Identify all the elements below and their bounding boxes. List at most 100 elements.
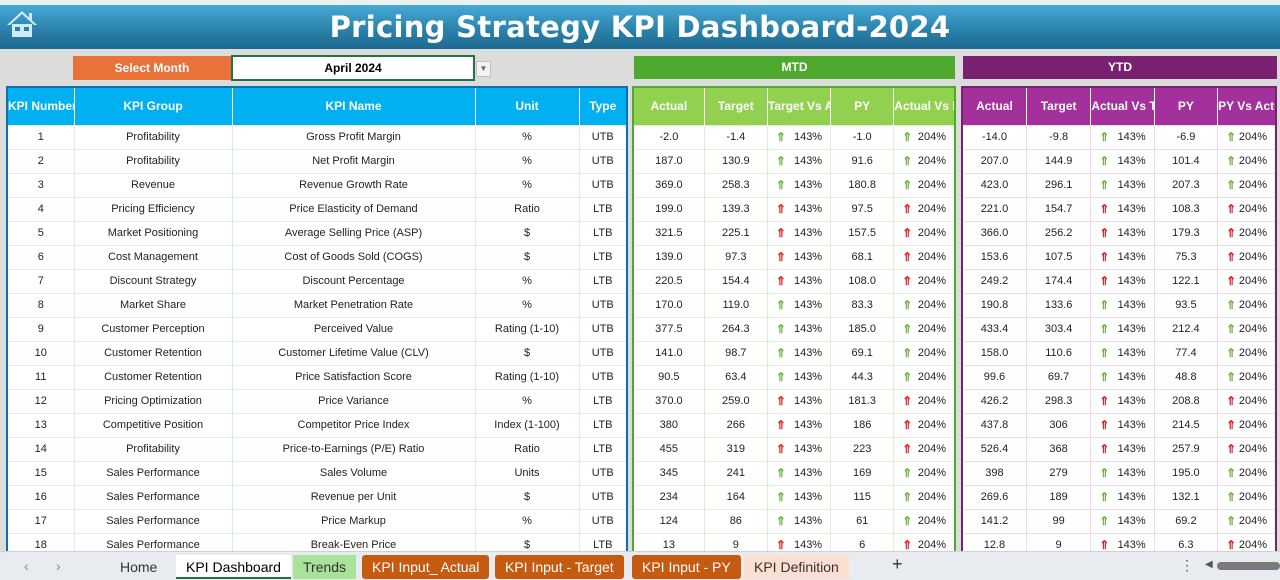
next-sheet-icon[interactable]: ›	[56, 558, 61, 574]
mtd-cell[interactable]: ⇑ 143%	[766, 460, 832, 486]
mtd-cell[interactable]: ⇑ 204%	[893, 364, 956, 390]
kpi-number-cell[interactable]: 3	[6, 172, 75, 198]
ytd-cell[interactable]: 141.2	[961, 508, 1027, 534]
mtd-cell[interactable]: ⇑ 204%	[893, 268, 956, 294]
kpi-number-cell[interactable]: 10	[6, 340, 75, 366]
kpi-type-cell[interactable]: UTB	[578, 364, 628, 390]
ytd-cell[interactable]: ⇑ 204%	[1217, 292, 1277, 318]
ytd-cell[interactable]: ⇑ 143%	[1090, 220, 1155, 246]
mtd-cell[interactable]: 266	[703, 412, 768, 438]
kpi-number-cell[interactable]: 11	[6, 364, 75, 390]
scroll-left-icon[interactable]: ◀	[1205, 559, 1213, 570]
mtd-cell[interactable]: ⇑ 204%	[893, 292, 956, 318]
kpi-name-cell[interactable]: Market Penetration Rate	[231, 292, 476, 318]
ytd-cell[interactable]: ⇑ 204%	[1217, 484, 1277, 510]
sheet-tab-trends[interactable]: Trends	[293, 555, 357, 579]
mtd-cell[interactable]: ⇑ 204%	[893, 436, 956, 462]
mtd-cell[interactable]: ⇑ 204%	[893, 172, 956, 198]
kpi-group-cell[interactable]: Sales Performance	[73, 508, 233, 534]
kpi-number-cell[interactable]: 6	[6, 244, 75, 270]
mtd-cell[interactable]: 345	[632, 460, 705, 486]
mtd-cell[interactable]: 234	[632, 484, 705, 510]
ytd-cell[interactable]: 298.3	[1025, 388, 1092, 414]
kpi-group-cell[interactable]: Customer Perception	[73, 316, 233, 342]
mtd-cell[interactable]: ⇑ 143%	[766, 172, 832, 198]
mtd-cell[interactable]: ⇑ 143%	[766, 388, 832, 414]
mtd-cell[interactable]: 225.1	[703, 220, 768, 246]
kpi-number-cell[interactable]: 4	[6, 196, 75, 222]
ytd-cell[interactable]: 101.4	[1153, 148, 1219, 174]
chevron-down-icon[interactable]: ▼	[476, 61, 491, 77]
kpi-number-cell[interactable]: 7	[6, 268, 75, 294]
ytd-cell[interactable]: ⇑ 204%	[1217, 124, 1277, 150]
ytd-cell[interactable]: 99.6	[961, 364, 1027, 390]
ytd-cell[interactable]: 398	[961, 460, 1027, 486]
mtd-cell[interactable]: 264.3	[703, 316, 768, 342]
kpi-number-cell[interactable]: 5	[6, 220, 75, 246]
ytd-cell[interactable]: 269.6	[961, 484, 1027, 510]
mtd-cell[interactable]: ⇑ 204%	[893, 412, 956, 438]
ytd-cell[interactable]: -6.9	[1153, 124, 1219, 150]
mtd-cell[interactable]: -1.0	[830, 124, 895, 150]
kpi-group-cell[interactable]: Market Positioning	[73, 220, 233, 246]
ytd-cell[interactable]: 221.0	[961, 196, 1027, 222]
ytd-cell[interactable]: 207.3	[1153, 172, 1219, 198]
kpi-group-cell[interactable]: Profitability	[73, 148, 233, 174]
ytd-cell[interactable]: 195.0	[1153, 460, 1219, 486]
kpi-unit-cell[interactable]: $	[474, 484, 580, 510]
ytd-cell[interactable]: ⇑ 143%	[1090, 508, 1155, 534]
mtd-cell[interactable]: ⇑ 204%	[893, 124, 956, 150]
ytd-cell[interactable]: ⇑ 204%	[1217, 364, 1277, 390]
ytd-cell[interactable]: 174.4	[1025, 268, 1092, 294]
kpi-name-cell[interactable]: Cost of Goods Sold (COGS)	[231, 244, 476, 270]
kpi-unit-cell[interactable]: %	[474, 268, 580, 294]
kpi-type-cell[interactable]: UTB	[578, 124, 628, 150]
kpi-type-cell[interactable]: LTB	[578, 268, 628, 294]
kpi-number-cell[interactable]: 1	[6, 124, 75, 150]
mtd-cell[interactable]: 44.3	[830, 364, 895, 390]
ytd-cell[interactable]: 108.3	[1153, 196, 1219, 222]
mtd-cell[interactable]: ⇑ 143%	[766, 292, 832, 318]
mtd-cell[interactable]: 241	[703, 460, 768, 486]
kpi-unit-cell[interactable]: Rating (1-10)	[474, 316, 580, 342]
ytd-cell[interactable]: ⇑ 143%	[1090, 268, 1155, 294]
mtd-cell[interactable]: 97.3	[703, 244, 768, 270]
ytd-cell[interactable]: ⇑ 204%	[1217, 148, 1277, 174]
ytd-cell[interactable]: ⇑ 143%	[1090, 196, 1155, 222]
mtd-cell[interactable]: ⇑ 204%	[893, 196, 956, 222]
ytd-cell[interactable]: ⇑ 143%	[1090, 340, 1155, 366]
mtd-cell[interactable]: 61	[830, 508, 895, 534]
kpi-type-cell[interactable]: LTB	[578, 220, 628, 246]
mtd-cell[interactable]: 141.0	[632, 340, 705, 366]
mtd-cell[interactable]: 180.8	[830, 172, 895, 198]
ytd-cell[interactable]: 426.2	[961, 388, 1027, 414]
kpi-name-cell[interactable]: Competitor Price Index	[231, 412, 476, 438]
more-options-icon[interactable]: ⋮	[1180, 557, 1194, 574]
kpi-group-cell[interactable]: Customer Retention	[73, 364, 233, 390]
ytd-cell[interactable]: -14.0	[961, 124, 1027, 150]
ytd-cell[interactable]: 279	[1025, 460, 1092, 486]
kpi-type-cell[interactable]: UTB	[578, 292, 628, 318]
mtd-cell[interactable]: 157.5	[830, 220, 895, 246]
kpi-type-cell[interactable]: UTB	[578, 172, 628, 198]
mtd-cell[interactable]: 164	[703, 484, 768, 510]
ytd-cell[interactable]: 189	[1025, 484, 1092, 510]
kpi-name-cell[interactable]: Revenue per Unit	[231, 484, 476, 510]
kpi-number-cell[interactable]: 15	[6, 460, 75, 486]
ytd-cell[interactable]: 77.4	[1153, 340, 1219, 366]
mtd-cell[interactable]: ⇑ 143%	[766, 484, 832, 510]
ytd-cell[interactable]: ⇑ 204%	[1217, 196, 1277, 222]
kpi-type-cell[interactable]: LTB	[578, 388, 628, 414]
kpi-number-cell[interactable]: 17	[6, 508, 75, 534]
mtd-cell[interactable]: 369.0	[632, 172, 705, 198]
ytd-cell[interactable]: 158.0	[961, 340, 1027, 366]
kpi-unit-cell[interactable]: Index (1-100)	[474, 412, 580, 438]
mtd-cell[interactable]: 187.0	[632, 148, 705, 174]
ytd-cell[interactable]: 366.0	[961, 220, 1027, 246]
kpi-name-cell[interactable]: Average Selling Price (ASP)	[231, 220, 476, 246]
mtd-cell[interactable]: 63.4	[703, 364, 768, 390]
mtd-cell[interactable]: 124	[632, 508, 705, 534]
ytd-cell[interactable]: 132.1	[1153, 484, 1219, 510]
ytd-cell[interactable]: 208.8	[1153, 388, 1219, 414]
scrollbar-thumb[interactable]	[1217, 562, 1280, 570]
